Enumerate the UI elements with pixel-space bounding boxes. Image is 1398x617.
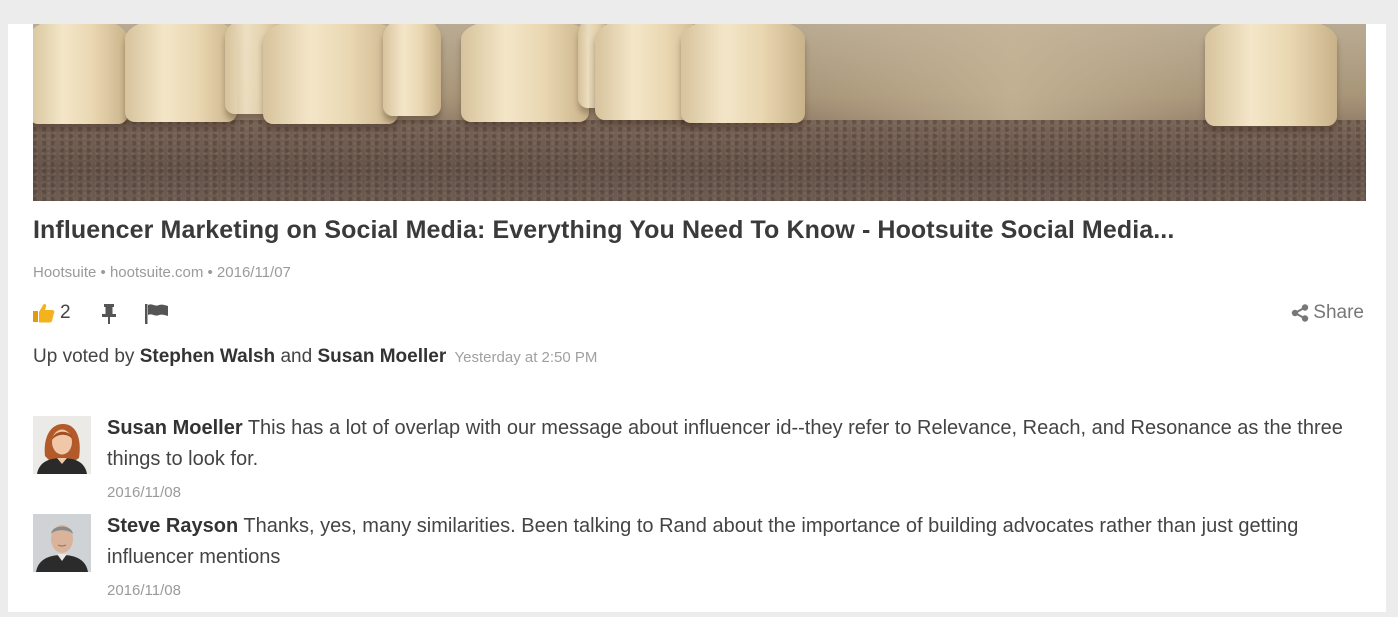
upvote-time: Yesterday at 2:50 PM [454,349,598,366]
comment-date: 2016/11/08 [107,484,181,501]
hero-peg [125,24,237,122]
article-title[interactable]: Influencer Marketing on Social Media: Ev… [33,216,1363,245]
pin-icon [102,304,116,324]
comment-body: Susan Moeller This has a lot of overlap … [107,413,1357,475]
hero-peg [33,24,128,124]
avatar-photo [33,416,91,474]
hero-peg [383,24,441,116]
hero-peg [461,24,589,122]
share-icon [1292,304,1309,322]
flag-button[interactable] [145,304,169,324]
share-button[interactable]: Share [1291,302,1364,324]
pin-button[interactable] [101,304,117,324]
like-button[interactable]: 2 [33,302,71,324]
hero-peg [263,24,398,124]
upvoter-link[interactable]: Stephen Walsh [140,346,275,367]
comment-text: This has a lot of overlap with our messa… [107,417,1343,470]
hero-ground [33,120,1366,201]
upvote-prefix: Up voted by [33,346,135,367]
avatar[interactable] [33,416,91,474]
comment-date: 2016/11/08 [107,582,181,599]
upvote-summary: Up voted by Stephen Walsh and Susan Moel… [33,346,597,368]
comment-body: Steve Rayson Thanks, yes, many similarit… [107,511,1357,573]
comment-author[interactable]: Steve Rayson [107,515,238,537]
avatar[interactable] [33,514,91,572]
comment-author[interactable]: Susan Moeller [107,417,243,439]
flag-icon [145,304,168,324]
hero-peg [1205,24,1337,126]
article-card: Influencer Marketing on Social Media: Ev… [8,24,1386,612]
like-count: 2 [60,302,71,323]
article-hero-image[interactable] [33,24,1366,201]
hero-peg [681,24,805,123]
avatar-photo [33,514,91,572]
article-meta: Hootsuite • hootsuite.com • 2016/11/07 [33,264,291,281]
hero-blur [803,24,1223,124]
thumbs-up-icon [33,303,55,323]
comment-text: Thanks, yes, many similarities. Been tal… [107,515,1299,568]
upvote-conjunction: and [280,346,313,367]
upvoter-link[interactable]: Susan Moeller [317,346,446,367]
share-label: Share [1313,302,1364,323]
